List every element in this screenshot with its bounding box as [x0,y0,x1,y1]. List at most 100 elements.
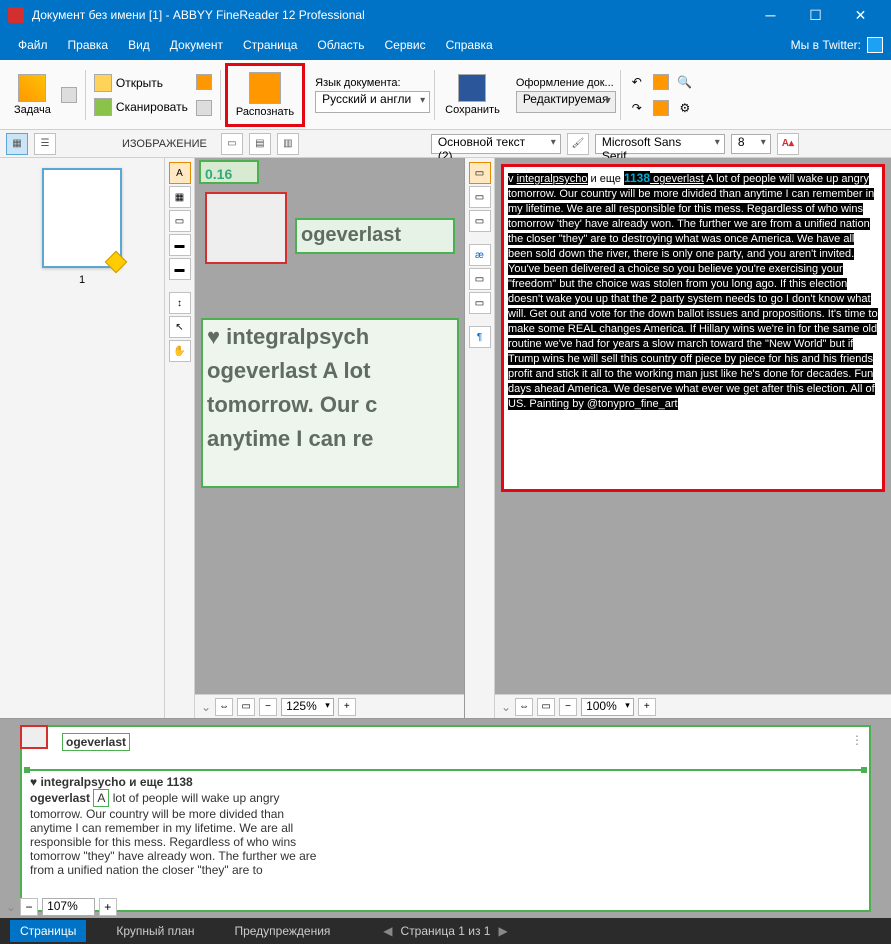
minimize-button[interactable]: ─ [748,0,793,30]
undo-button[interactable]: ↶ [625,70,649,94]
collapse-icon-2[interactable]: ⌄ [501,700,511,714]
menu-file[interactable]: Файл [8,32,58,58]
closeup-line2: ogeverlast A lot of people will wake up … [30,789,861,807]
txt-tool-chars[interactable]: æ [469,244,491,266]
hand-tool[interactable]: ✋ [169,340,191,362]
text-page[interactable]: v integralpsycho и еще 1138 ogeverlast A… [495,158,891,718]
lang-select[interactable]: Русский и англи [315,91,430,113]
warning-icon [105,251,128,274]
options-button[interactable]: ⚙ [673,96,697,120]
txt-fit-width[interactable]: ⇔ [515,698,533,716]
collapse-icon-3[interactable]: ⌄ [6,900,16,914]
page-next[interactable]: ▶ [498,924,507,938]
page-indicator: Страница 1 из 1 [401,924,491,938]
text-zoom-select[interactable]: 100% [581,698,634,716]
closeup-content[interactable]: ogeverlast ⋮ ♥ integralpsycho и еще 1138… [20,725,871,912]
cu-zoom-in[interactable]: + [99,898,117,916]
cu-zoom-out[interactable]: − [20,898,38,916]
highlight-tool[interactable] [649,70,673,94]
style-brush[interactable]: 🖌 [567,133,589,155]
img-tool-c[interactable]: ▥ [277,133,299,155]
menu-view[interactable]: Вид [118,32,160,58]
close-button[interactable]: ✕ [838,0,883,30]
twitter-link[interactable]: Мы в Twitter: [791,37,883,53]
find-button[interactable]: 🔍 [673,70,697,94]
txt-tool-2[interactable]: ▭ [469,186,491,208]
fontsize-select[interactable]: 8 [731,134,771,154]
image-zoom-bar: ⌄ ⇔ ▭ − 125% + [195,694,464,718]
status-bar: Страницы Крупный план Предупреждения ◀ С… [0,918,891,944]
zoom-out-button[interactable]: − [259,698,277,716]
view-list-button[interactable]: ☰ [34,133,56,155]
recognize-icon [249,72,281,104]
status-tab-warnings[interactable]: Предупреждения [224,920,340,942]
page-prev[interactable]: ◀ [383,924,392,938]
menu-help[interactable]: Справка [436,32,503,58]
twitter-label: Мы в Twitter: [791,38,861,52]
menu-page[interactable]: Страница [233,32,307,58]
fit-width-button[interactable]: ⇔ [215,698,233,716]
status-tab-pages[interactable]: Страницы [10,920,86,942]
page-thumbnail[interactable] [42,168,122,268]
task-button[interactable]: Задача [8,70,57,120]
zone-avatar[interactable] [205,192,287,264]
closeup-zoom-select[interactable]: 107% [42,898,95,916]
scan-button[interactable]: Сканировать [90,96,192,118]
twitter-icon [867,37,883,53]
format-select[interactable]: Редактируемая [516,91,616,113]
font-select[interactable]: Microsoft Sans Serif [595,134,725,154]
txt-tool-5[interactable]: ▭ [469,292,491,314]
view-grid-button[interactable]: ▦ [6,133,28,155]
pointer-tool[interactable]: ↖ [169,316,191,338]
menu-service[interactable]: Сервис [375,32,436,58]
zone-text-tool[interactable]: A [169,162,191,184]
new-doc-button[interactable] [57,83,81,107]
open-button[interactable]: Открыть [90,72,192,94]
zone-body[interactable]: ♥ integralpsych ogeverlast A lot tomorro… [201,318,459,488]
menu-bar: Файл Правка Вид Документ Страница Област… [0,30,891,60]
font-grow-button[interactable]: A▴ [777,133,799,155]
collapse-icon[interactable]: ⌄ [201,700,211,714]
zone-remove-tool[interactable]: ▬ [169,234,191,256]
recognize-highlight: Распознать [225,63,305,127]
txt-tool-3[interactable]: ▭ [469,210,491,232]
zoom-in-button[interactable]: + [338,698,356,716]
txt-tool-1[interactable]: ▭ [469,162,491,184]
recognize-button[interactable]: Распознать [230,68,300,122]
style-select[interactable]: Основной текст (2) [431,134,561,154]
zone-username[interactable]: ogeverlast [295,218,455,254]
save-label: Сохранить [445,104,500,116]
menu-document[interactable]: Документ [160,32,233,58]
zone-num[interactable]: 0.16 [199,160,259,184]
txt-tool-4[interactable]: ▭ [469,268,491,290]
fit-page-button[interactable]: ▭ [237,698,255,716]
txt-u1: integralpsycho [517,173,588,185]
highlight-tool-2[interactable] [649,96,673,120]
save-button[interactable]: Сохранить [439,70,506,120]
zone-table-tool[interactable]: ▦ [169,186,191,208]
redo-button[interactable]: ↷ [625,96,649,120]
zone-order-tool[interactable]: ↕ [169,292,191,314]
closeup-menu-icon[interactable]: ⋮ [851,733,863,747]
menu-edit[interactable]: Правка [58,32,119,58]
ribbon: Задача Открыть Сканировать Распознать Яз… [0,60,891,130]
zone-add-tool[interactable]: ▬ [169,258,191,280]
txt-zoom-out[interactable]: − [559,698,577,716]
tool-button-1[interactable] [192,70,216,94]
menu-area[interactable]: Область [307,32,374,58]
format-value: Редактируемая [523,92,609,106]
img-tool-b[interactable]: ▤ [249,133,271,155]
maximize-button[interactable]: ☐ [793,0,838,30]
status-tab-closeup[interactable]: Крупный план [106,920,204,942]
txt-rest: A lot of people will wake up angry tomor… [508,173,878,410]
txt-zoom-in[interactable]: + [638,698,656,716]
tool-button-2[interactable] [192,96,216,120]
txt-fit-page[interactable]: ▭ [537,698,555,716]
img-tool-a[interactable]: ▭ [221,133,243,155]
image-zoom-select[interactable]: 125% [281,698,334,716]
image-canvas[interactable]: 0.16 ogeverlast ♥ integralpsych ogeverla… [195,158,464,718]
zone-image-tool[interactable]: ▭ [169,210,191,232]
image-zoom-value: 125% [286,699,317,713]
txt-tool-pilcrow[interactable]: ¶ [469,326,491,348]
title-bar: Документ без имени [1] - ABBYY FineReade… [0,0,891,30]
